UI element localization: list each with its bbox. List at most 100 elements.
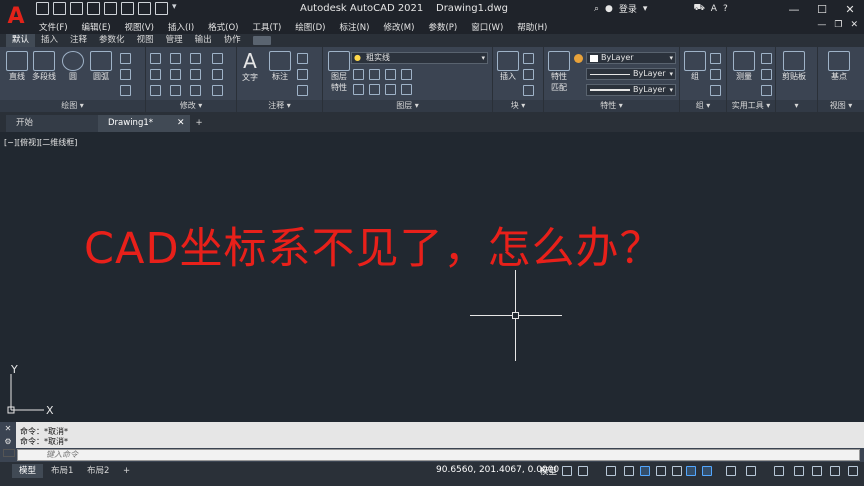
- create-block-icon[interactable]: [523, 53, 534, 64]
- layer-tool-5-icon[interactable]: [353, 84, 364, 95]
- insert-block-tool[interactable]: 插入: [497, 51, 519, 82]
- web-save-icon[interactable]: [104, 2, 117, 15]
- command-line-grip[interactable]: ✕ ⚙: [0, 422, 16, 448]
- layer-tool-4-icon[interactable]: [401, 69, 412, 80]
- mirror-icon[interactable]: [170, 69, 181, 80]
- layers-panel-label[interactable]: 图层 ▾: [323, 100, 492, 112]
- block-panel-label[interactable]: 块 ▾: [493, 100, 543, 112]
- object-snap-tracking-icon[interactable]: [686, 466, 696, 476]
- tab-layout1[interactable]: 布局1: [44, 464, 80, 478]
- dynamic-input-icon[interactable]: [624, 466, 634, 476]
- fillet-icon[interactable]: [190, 69, 201, 80]
- menu-parametric[interactable]: 参数(P): [421, 21, 464, 33]
- hardware-accel-icon[interactable]: [812, 466, 822, 476]
- ungroup-icon[interactable]: [710, 53, 721, 64]
- quick-select-icon[interactable]: [761, 53, 772, 64]
- group-select-icon[interactable]: [710, 85, 721, 96]
- explode-icon[interactable]: [212, 69, 223, 80]
- properties-panel-label[interactable]: 特性 ▾: [544, 100, 679, 112]
- polar-icon[interactable]: [656, 466, 666, 476]
- menu-draw[interactable]: 绘图(D): [288, 21, 332, 33]
- edit-block-icon[interactable]: [523, 69, 534, 80]
- line-tool[interactable]: 直线: [6, 51, 28, 82]
- menu-insert[interactable]: 插入(I): [161, 21, 201, 33]
- layer-tool-3-icon[interactable]: [385, 69, 396, 80]
- command-input[interactable]: 键入命令: [17, 449, 860, 461]
- lineweight-icon[interactable]: [726, 466, 736, 476]
- clean-screen-icon[interactable]: [830, 466, 840, 476]
- grid-icon[interactable]: [562, 466, 572, 476]
- isometric-icon[interactable]: [672, 466, 682, 476]
- layer-tool-8-icon[interactable]: [401, 84, 412, 95]
- login-dropdown-icon[interactable]: ▾: [643, 4, 648, 14]
- measure-tool[interactable]: 测量: [733, 51, 755, 82]
- paste-tool[interactable]: 剪贴板: [782, 51, 806, 82]
- cart-icon[interactable]: ⛟: [693, 3, 704, 14]
- infer-constraints-icon[interactable]: [606, 466, 616, 476]
- snap-icon[interactable]: [578, 466, 588, 476]
- lineweight-combo[interactable]: ByLayer ▾: [586, 84, 676, 96]
- application-menu-button[interactable]: A: [0, 0, 32, 34]
- ortho-icon[interactable]: [640, 466, 650, 476]
- model-space-button[interactable]: 模型: [540, 465, 557, 477]
- tab-insert[interactable]: 插入: [35, 34, 64, 47]
- match-properties-tool[interactable]: 特性 匹配: [548, 51, 570, 93]
- offset-icon[interactable]: [212, 85, 223, 96]
- color-combo[interactable]: ByLayer ▾: [586, 52, 676, 64]
- maximize-button[interactable]: ☐: [808, 0, 836, 19]
- stretch-icon[interactable]: [150, 85, 161, 96]
- search-icon[interactable]: ⌕: [594, 4, 599, 14]
- tab-view[interactable]: 视图: [131, 34, 160, 47]
- trim-icon[interactable]: [190, 53, 201, 64]
- arc-tool[interactable]: 圆弧: [90, 51, 112, 82]
- customize-command-icon[interactable]: ⚙: [4, 437, 11, 446]
- menu-view[interactable]: 视图(V): [118, 21, 161, 33]
- ribbon-display-toggle[interactable]: [252, 36, 271, 45]
- layer-tool-1-icon[interactable]: [353, 69, 364, 80]
- new-tab-button[interactable]: +: [190, 115, 208, 132]
- plot-icon[interactable]: [121, 2, 134, 15]
- view-panel-label[interactable]: 视图 ▾: [818, 100, 864, 112]
- object-snap-icon[interactable]: [702, 466, 712, 476]
- settings-gear-icon[interactable]: [746, 466, 756, 476]
- dimension-tool[interactable]: 标注: [269, 51, 291, 82]
- undo-icon[interactable]: [138, 2, 151, 15]
- tab-drawing1[interactable]: Drawing1* ✕: [98, 115, 190, 132]
- linetype-combo[interactable]: ByLayer ▾: [586, 68, 676, 80]
- tab-annotate[interactable]: 注释: [64, 34, 93, 47]
- color-wheel-icon[interactable]: [574, 54, 583, 63]
- circle-tool[interactable]: 圆: [62, 51, 84, 82]
- redo-icon[interactable]: [155, 2, 168, 15]
- save-icon[interactable]: [70, 2, 83, 15]
- menu-format[interactable]: 格式(O): [201, 21, 245, 33]
- doc-restore-button[interactable]: ❐: [834, 20, 842, 30]
- user-icon[interactable]: ●: [605, 4, 613, 14]
- tab-model[interactable]: 模型: [12, 464, 44, 478]
- text-tool[interactable]: A 文字: [242, 50, 258, 83]
- viewport-controls[interactable]: [−][俯视][二维线框]: [4, 137, 77, 148]
- hatch-icon[interactable]: [120, 69, 131, 80]
- layer-tool-6-icon[interactable]: [369, 84, 380, 95]
- base-view-tool[interactable]: 基点: [828, 51, 850, 82]
- move-icon[interactable]: [150, 53, 161, 64]
- tab-parametric[interactable]: 参数化: [93, 34, 131, 47]
- group-tool[interactable]: 组: [684, 51, 706, 82]
- groups-panel-label[interactable]: 组 ▾: [680, 100, 726, 112]
- table-icon[interactable]: [297, 85, 308, 96]
- id-point-icon[interactable]: [761, 85, 772, 96]
- menu-edit[interactable]: 编辑(E): [75, 21, 118, 33]
- rectangle-icon[interactable]: [120, 53, 131, 64]
- doc-minimize-button[interactable]: —: [817, 20, 826, 30]
- menu-help[interactable]: 帮助(H): [510, 21, 554, 33]
- add-layout-button[interactable]: +: [116, 464, 137, 478]
- menu-window[interactable]: 窗口(W): [464, 21, 510, 33]
- wrench-icon[interactable]: [3, 449, 15, 457]
- login-link[interactable]: 登录: [619, 2, 637, 15]
- close-command-icon[interactable]: ✕: [5, 424, 12, 433]
- open-file-icon[interactable]: [53, 2, 66, 15]
- a360-icon[interactable]: A: [711, 4, 717, 14]
- tab-output[interactable]: 输出: [189, 34, 218, 47]
- workspace-icon[interactable]: [794, 466, 804, 476]
- save-as-icon[interactable]: [87, 2, 100, 15]
- copy-icon[interactable]: [150, 69, 161, 80]
